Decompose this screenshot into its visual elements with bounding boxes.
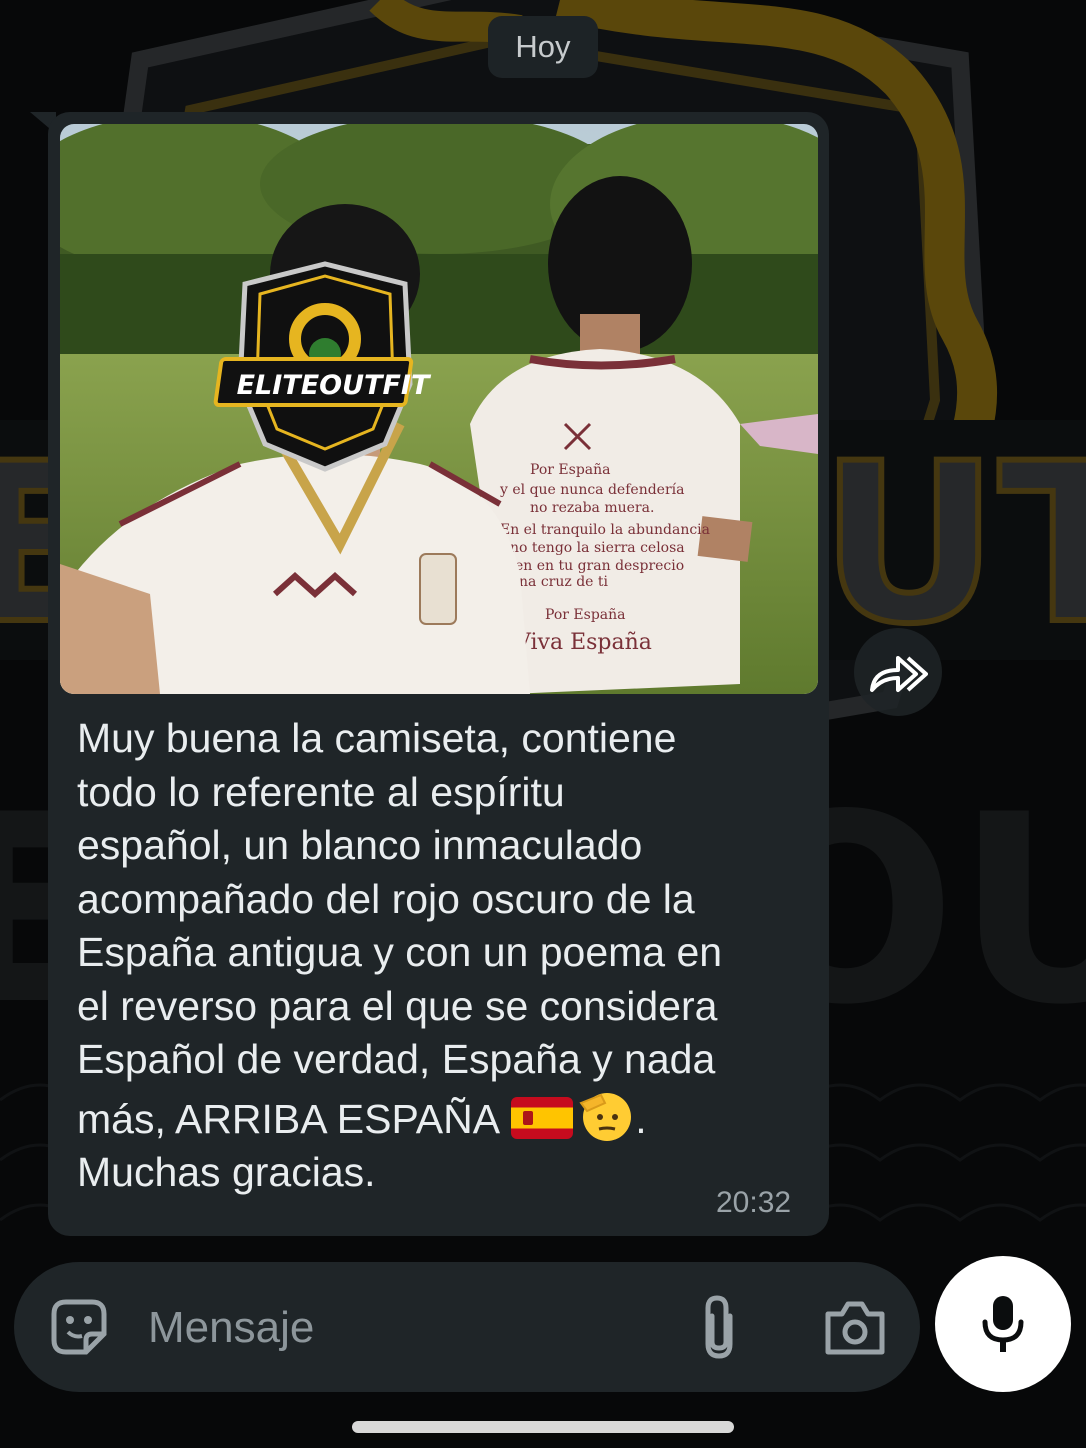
message-line: todo lo referente al espíritu bbox=[77, 768, 565, 815]
paperclip-icon[interactable] bbox=[694, 1294, 744, 1360]
voice-record-button[interactable] bbox=[935, 1256, 1071, 1392]
message-line: español, un blanco inmaculado bbox=[77, 822, 643, 868]
date-divider: Hoy bbox=[488, 16, 598, 78]
forward-button[interactable] bbox=[854, 628, 942, 716]
svg-text:una cruz de ti: una cruz de ti bbox=[510, 574, 609, 590]
saluting-face-emoji bbox=[579, 1092, 632, 1141]
microphone-icon bbox=[982, 1296, 1024, 1352]
spain-flag-emoji bbox=[511, 1096, 574, 1139]
message-line: el reverso para el que se considera bbox=[77, 982, 718, 1029]
home-indicator[interactable] bbox=[352, 1421, 734, 1433]
message-line: acompañado del rojo oscuro de la bbox=[77, 875, 695, 922]
message-line-end: . bbox=[635, 1095, 647, 1142]
message-line: Muchas gracias. bbox=[77, 1149, 376, 1195]
forward-icon bbox=[870, 656, 928, 692]
svg-text:Viva España: Viva España bbox=[514, 630, 652, 655]
svg-text:no rezaba muera.: no rezaba muera. bbox=[530, 500, 654, 516]
photo-logo-text: ELITEOUTFIT bbox=[237, 370, 432, 401]
message-photo[interactable]: Por España y el que nunca defendería no … bbox=[60, 124, 818, 694]
message-input[interactable] bbox=[148, 1300, 648, 1356]
message-text: Muy buena la camiseta, contiene todo lo … bbox=[77, 712, 807, 1200]
svg-text:En el tranquilo la abundancia: En el tranquilo la abundancia bbox=[500, 522, 710, 538]
sticker-emoji-icon[interactable] bbox=[48, 1296, 110, 1358]
svg-text:no tengo la sierra celosa: no tengo la sierra celosa bbox=[510, 540, 685, 556]
camera-icon[interactable] bbox=[824, 1300, 886, 1356]
message-line: Español de verdad, España y nada bbox=[77, 1036, 716, 1082]
message-timestamp: 20:32 bbox=[716, 1186, 792, 1219]
message-line: más, ARRIBA ESPAÑA bbox=[77, 1095, 510, 1142]
svg-text:y el que nunca defendería: y el que nunca defendería bbox=[499, 482, 684, 498]
svg-text:Por España: Por España bbox=[530, 462, 611, 478]
svg-text:Por España: Por España bbox=[545, 607, 626, 623]
message-line: Muy buena la camiseta, contiene bbox=[77, 715, 677, 761]
message-line: España antigua y con un poema en bbox=[77, 929, 723, 975]
svg-text:en en tu gran desprecio: en en tu gran desprecio bbox=[515, 558, 684, 574]
